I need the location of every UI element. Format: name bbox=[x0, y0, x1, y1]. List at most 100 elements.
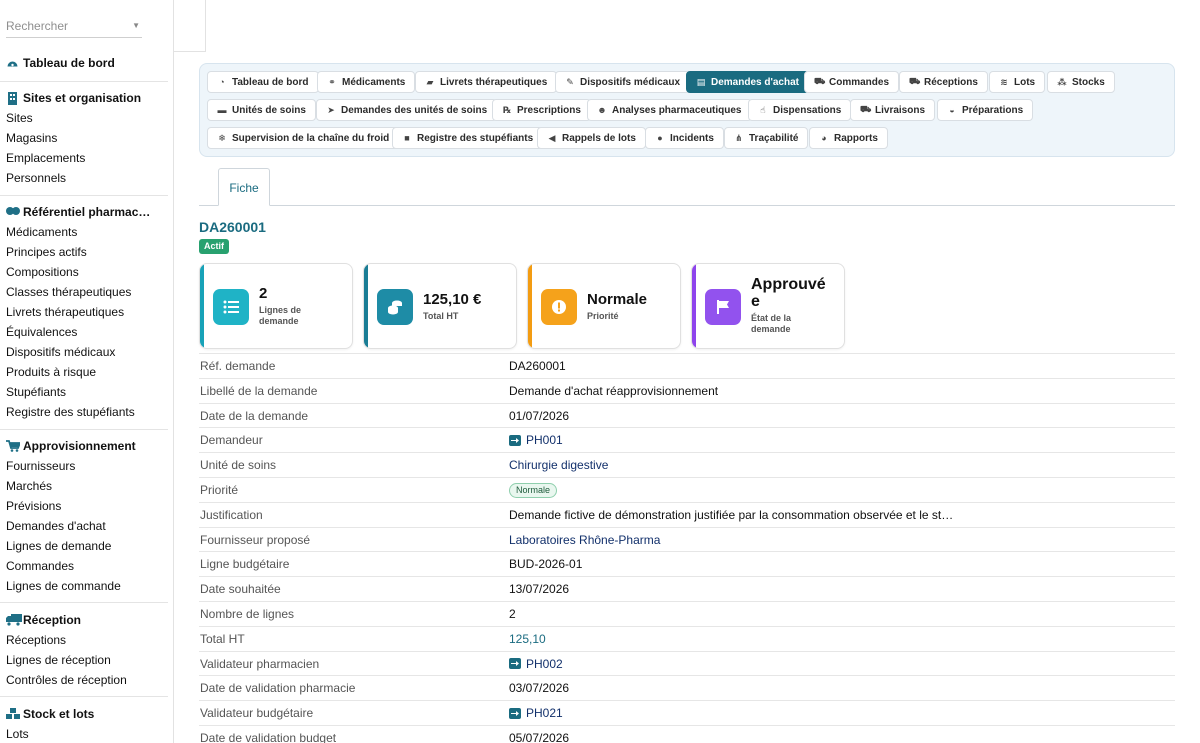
table-row: Justification Demande fictive de démonst… bbox=[199, 501, 1175, 527]
sidebar-item-magasins[interactable]: Magasins bbox=[0, 128, 173, 148]
sidebar-item-emplacements[interactable]: Emplacements bbox=[0, 148, 173, 168]
field-value: Demande d'achat réapprovisionnement bbox=[509, 383, 719, 398]
nav-receptions[interactable]: ⛟ Réceptions bbox=[899, 71, 988, 93]
nav-livrets[interactable]: ▰ Livrets thérapeutiques bbox=[415, 71, 558, 93]
table-row: Nombre de lignes 2 bbox=[199, 600, 1175, 626]
nav-prescriptions[interactable]: ℞ Prescriptions bbox=[492, 99, 591, 121]
table-row: Demandeur PH001 bbox=[199, 427, 1175, 452]
nav-unites-soins[interactable]: ▬ Unités de soins bbox=[207, 99, 316, 121]
gauge-icon bbox=[6, 57, 19, 70]
cubes-icon bbox=[6, 707, 20, 721]
record-title: DA260001 bbox=[199, 219, 266, 235]
sidebar-item-lots[interactable]: Lots bbox=[0, 724, 173, 743]
sidebar-item-fournisseurs[interactable]: Fournisseurs bbox=[0, 456, 173, 476]
sidebar-item-demandes-achat[interactable]: Demandes d'achat bbox=[0, 516, 173, 536]
sidebar-item-principes-actifs[interactable]: Principes actifs bbox=[0, 242, 173, 262]
sidebar-dashboard-label: Tableau de bord bbox=[23, 56, 115, 70]
validateur-pharmacien-link[interactable]: PH002 bbox=[509, 657, 563, 671]
table-row: Date de validation budget 05/07/2026 bbox=[199, 724, 1175, 743]
nav-demandes-achat[interactable]: ▤ Demandes d'achat bbox=[686, 71, 809, 93]
section-title[interactable]: Stock et lots bbox=[0, 704, 173, 724]
sidebar-item-marches[interactable]: Marchés bbox=[0, 476, 173, 496]
section-title[interactable]: Réception bbox=[0, 610, 173, 630]
nav-demandes-unites[interactable]: ➤ Demandes des unités de soins bbox=[316, 99, 498, 121]
sidebar-item-lignes-demande[interactable]: Lignes de demande bbox=[0, 536, 173, 556]
field-value: BUD-2026-01 bbox=[509, 557, 583, 572]
truck-icon bbox=[6, 613, 22, 627]
field-label: Réf. demande bbox=[200, 359, 276, 373]
field-value: 01/07/2026 bbox=[509, 408, 570, 423]
card-accent bbox=[692, 264, 696, 348]
nav-analyses[interactable]: ☻ Analyses pharmaceutiques bbox=[587, 99, 752, 121]
nav-commandes[interactable]: ⛟ Commandes bbox=[804, 71, 900, 93]
sidebar-item-receptions[interactable]: Réceptions bbox=[0, 630, 173, 650]
nav-incidents[interactable]: ● Incidents bbox=[645, 127, 724, 149]
flag-icon bbox=[705, 289, 741, 325]
priority-pill: Normale bbox=[509, 482, 558, 498]
sidebar-item-dispositifs[interactable]: Dispositifs médicaux bbox=[0, 342, 173, 362]
pie-chart-icon: ◕ bbox=[821, 133, 827, 143]
nav-dispositifs[interactable]: ✎ Dispositifs médicaux bbox=[555, 71, 691, 93]
field-value: 03/07/2026 bbox=[509, 681, 570, 696]
table-row: Date de validation pharmacie 03/07/2026 bbox=[199, 675, 1175, 700]
sidebar-item-personnels[interactable]: Personnels bbox=[0, 168, 173, 188]
field-value: 125,10 bbox=[509, 631, 546, 646]
nav-registre-stupefiants[interactable]: ■ Registre des stupéfiants bbox=[392, 127, 544, 149]
search-select[interactable]: Rechercher ▼ bbox=[6, 14, 142, 38]
nav-tableau-de-bord[interactable]: ◔ Tableau de bord bbox=[207, 71, 319, 93]
table-row: Fournisseur proposé Laboratoires Rhône-P… bbox=[199, 526, 1175, 552]
table-row: Libellé de la demande Demande d'achat ré… bbox=[199, 377, 1175, 403]
tab-fiche[interactable]: Fiche bbox=[218, 168, 270, 206]
sidebar-item-equivalences[interactable]: Équivalences bbox=[0, 322, 173, 342]
sidebar-item-classes[interactable]: Classes thérapeutiques bbox=[0, 282, 173, 302]
kpi-value: Normale bbox=[587, 291, 648, 308]
building-icon bbox=[6, 91, 19, 105]
sidebar-item-previsions[interactable]: Prévisions bbox=[0, 496, 173, 516]
sidebar: Rechercher ▼ Tableau de bord Sites et or… bbox=[0, 0, 174, 743]
sidebar-item-stupefiants[interactable]: Stupéfiants bbox=[0, 382, 173, 402]
table-row: Total HT 125,10 bbox=[199, 625, 1175, 651]
sidebar-item-lignes-reception[interactable]: Lignes de réception bbox=[0, 650, 173, 670]
bullhorn-icon: ◀ bbox=[548, 132, 556, 143]
kpi-value: 2 bbox=[259, 285, 268, 302]
section-title[interactable]: Référentiel pharmac… bbox=[0, 202, 173, 222]
nav-tracabilite[interactable]: ⋔ Traçabilité bbox=[724, 127, 809, 149]
nav-chaine-froid[interactable]: ❄ Supervision de la chaîne du froid bbox=[207, 127, 400, 149]
sidebar-section-stock: Stock et lots Lots bbox=[0, 704, 173, 743]
validateur-budgetaire-link[interactable]: PH021 bbox=[509, 706, 563, 720]
demandeur-link[interactable]: PH001 bbox=[509, 433, 563, 447]
nav-lots[interactable]: ≋ Lots bbox=[989, 71, 1046, 93]
nav-livraisons[interactable]: ⛟ Livraisons bbox=[850, 99, 936, 121]
nav-rapports[interactable]: ◕ Rapports bbox=[809, 127, 888, 149]
module-nav: ◔ Tableau de bord ⚭ Médicaments ▰ Livrets t… bbox=[199, 63, 1175, 157]
card-accent bbox=[528, 264, 532, 348]
sidebar-dashboard[interactable]: Tableau de bord bbox=[0, 53, 173, 73]
table-row: Unité de soins Chirurgie digestive bbox=[199, 452, 1175, 477]
nav-dispensations[interactable]: ☝ Dispensations bbox=[748, 99, 852, 121]
nav-rappels-lots[interactable]: ◀ Rappels de lots bbox=[537, 127, 646, 149]
kpi-label: Total HT bbox=[423, 311, 459, 321]
cart-icon bbox=[6, 439, 22, 453]
sidebar-item-sites[interactable]: Sites bbox=[0, 108, 173, 128]
prescription-icon: ℞ bbox=[502, 104, 512, 115]
nav-preparations[interactable]: ◒ Préparations bbox=[937, 99, 1034, 121]
sidebar-item-controles-reception[interactable]: Contrôles de réception bbox=[0, 670, 173, 690]
divider bbox=[0, 81, 168, 82]
sidebar-item-compositions[interactable]: Compositions bbox=[0, 262, 173, 282]
field-value: 05/07/2026 bbox=[509, 730, 570, 743]
fournisseur-link[interactable]: Laboratoires Rhône-Pharma bbox=[509, 533, 660, 547]
sidebar-item-medicaments[interactable]: Médicaments bbox=[0, 222, 173, 242]
section-title[interactable]: Sites et organisation bbox=[0, 88, 173, 108]
nav-medicaments[interactable]: ⚭ Médicaments bbox=[317, 71, 416, 93]
sidebar-item-lignes-commande[interactable]: Lignes de commande bbox=[0, 576, 173, 596]
file-icon: ▤ bbox=[696, 76, 706, 87]
section-title[interactable]: Approvisionnement bbox=[0, 436, 173, 456]
unite-soins-link[interactable]: Chirurgie digestive bbox=[509, 458, 608, 472]
sidebar-item-commandes[interactable]: Commandes bbox=[0, 556, 173, 576]
sidebar-item-livrets[interactable]: Livrets thérapeutiques bbox=[0, 302, 173, 322]
caret-down-icon[interactable]: ▼ bbox=[132, 14, 140, 38]
sidebar-section-reception: Réception Réceptions Lignes de réception… bbox=[0, 610, 173, 690]
nav-stocks[interactable]: ⁂ Stocks bbox=[1047, 71, 1115, 93]
sidebar-item-produits-risque[interactable]: Produits à risque bbox=[0, 362, 173, 382]
sidebar-item-registre-stupefiants[interactable]: Registre des stupéfiants bbox=[0, 402, 173, 422]
